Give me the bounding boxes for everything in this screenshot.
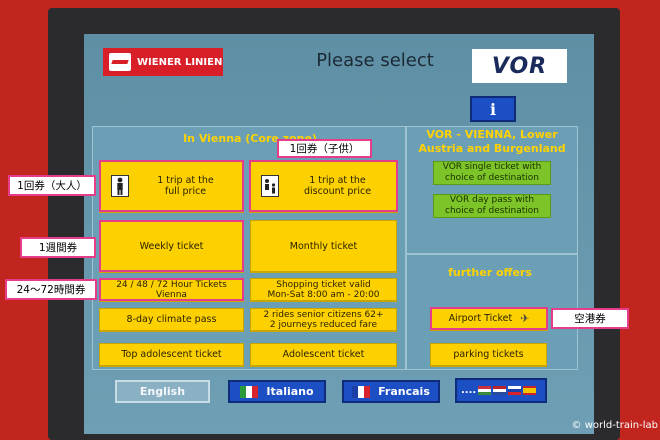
italy-flag-icon <box>240 385 259 398</box>
annotation-airport: 空港券 <box>551 308 629 329</box>
single-trip-full-price-label: 1 trip at the full price <box>157 175 214 197</box>
language-english-button[interactable]: English <box>115 380 210 403</box>
child-person-icon <box>261 175 279 197</box>
climate-pass-label: 8-day climate pass <box>126 314 217 325</box>
photo-credit: © world-train-lab <box>571 420 658 431</box>
adult-person-icon <box>111 175 129 197</box>
offers-panel-title: further offers <box>448 266 532 279</box>
info-icon: i <box>489 99 497 119</box>
language-francais-button[interactable]: Francais <box>342 380 440 403</box>
monthly-ticket-button[interactable]: Monthly ticket <box>250 220 397 272</box>
shopping-ticket-button[interactable]: Shopping ticket valid Mon-Sat 8:00 am - … <box>250 278 397 301</box>
vor-panel-title: VOR - VIENNA, Lower Austria and Burgenla… <box>418 128 566 155</box>
hour-tickets-button[interactable]: 24 / 48 / 72 Hour Tickets Vienna <box>99 278 244 301</box>
top-adolescent-ticket-button[interactable]: Top adolescent ticket <box>99 343 244 366</box>
vor-logo-text: VOR <box>491 53 548 79</box>
info-button[interactable]: i <box>470 96 516 122</box>
single-trip-full-price-button[interactable]: 1 trip at the full price <box>99 160 244 212</box>
shopping-ticket-label: Shopping ticket valid Mon-Sat 8:00 am - … <box>267 279 380 300</box>
language-francais-label: Francais <box>378 385 430 398</box>
parking-tickets-label: parking tickets <box>453 349 524 360</box>
vor-day-pass-button[interactable]: VOR day pass with choice of destination <box>433 194 551 218</box>
annotation-hour-tickets: 24〜72時間券 <box>5 279 97 300</box>
adolescent-ticket-label: Adolescent ticket <box>282 349 365 360</box>
annotation-weekly: 1週間券 <box>20 237 96 258</box>
weekly-ticket-button[interactable]: Weekly ticket <box>99 220 244 272</box>
vor-logo: VOR <box>472 49 567 83</box>
more-languages-button[interactable]: .... <box>455 378 547 403</box>
vor-single-ticket-button[interactable]: VOR single ticket with choice of destina… <box>433 161 551 185</box>
wiener-linien-label: WIENER LINIEN <box>137 56 223 68</box>
top-adolescent-ticket-label: Top adolescent ticket <box>121 349 222 360</box>
senior-ticket-button[interactable]: 2 rides senior citizens 62+ 2 journeys r… <box>250 308 397 331</box>
vor-single-ticket-label: VOR single ticket with choice of destina… <box>442 162 542 183</box>
hour-tickets-label: 24 / 48 / 72 Hour Tickets Vienna <box>116 279 227 300</box>
monthly-ticket-label: Monthly ticket <box>289 240 358 252</box>
single-trip-discount-label: 1 trip at the discount price <box>303 175 372 197</box>
annotation-single-adult: 1回券（大人） <box>8 175 96 196</box>
single-trip-discount-button[interactable]: 1 trip at the discount price <box>249 160 398 212</box>
airport-ticket-button[interactable]: Airport Ticket ✈ <box>430 307 548 330</box>
parking-tickets-button[interactable]: parking tickets <box>430 343 547 366</box>
wiener-linien-mark-icon <box>109 53 131 71</box>
senior-ticket-label: 2 rides senior citizens 62+ 2 journeys r… <box>263 309 384 330</box>
netherlands-flag-icon <box>493 386 507 395</box>
more-languages-label: .... <box>461 385 477 396</box>
vor-day-pass-label: VOR day pass with choice of destination <box>445 195 539 216</box>
language-italiano-label: Italiano <box>266 385 314 398</box>
adolescent-ticket-button[interactable]: Adolescent ticket <box>250 343 397 366</box>
climate-pass-button[interactable]: 8-day climate pass <box>99 308 244 331</box>
spain-flag-icon <box>523 386 537 395</box>
weekly-ticket-label: Weekly ticket <box>139 240 204 252</box>
annotation-single-child: 1回券（子供） <box>277 139 372 158</box>
language-italiano-button[interactable]: Italiano <box>228 380 326 403</box>
airplane-icon: ✈ <box>520 312 530 325</box>
page-title: Please select <box>316 50 434 71</box>
language-english-label: English <box>139 385 186 398</box>
france-flag-icon <box>352 385 371 398</box>
hungary-flag-icon <box>478 386 492 395</box>
wiener-linien-logo: WIENER LINIEN <box>103 48 223 76</box>
airport-ticket-label: Airport Ticket <box>448 313 513 324</box>
russia-flag-icon <box>508 386 522 395</box>
